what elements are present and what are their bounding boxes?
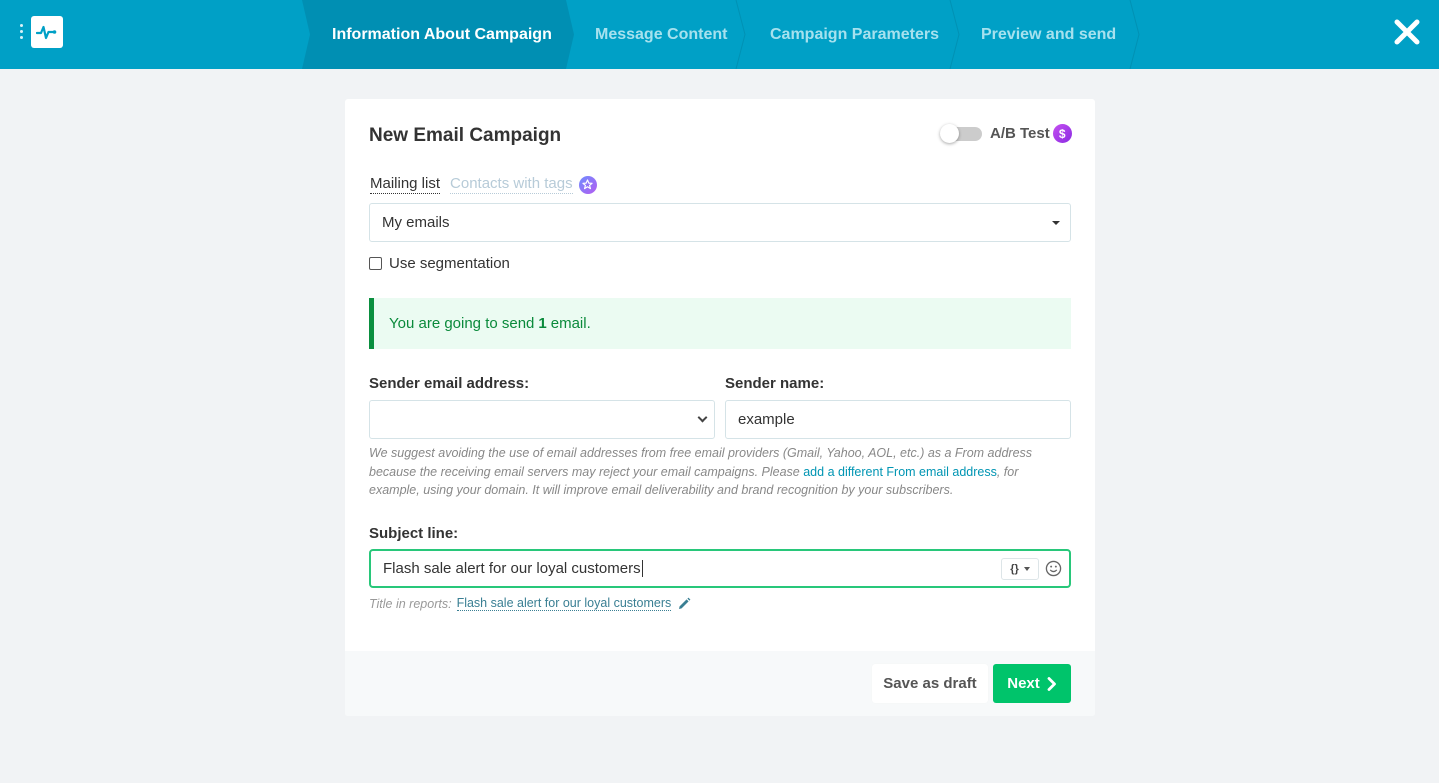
mailing-list-selected: My emails [382, 214, 450, 231]
text-cursor [641, 560, 643, 577]
alert-count: 1 [538, 315, 547, 332]
campaign-card: New Email Campaign A/B Test $ Mailing li… [345, 99, 1095, 716]
alert-prefix: You are going to send [389, 315, 535, 332]
step-message-content[interactable]: Message Content [595, 0, 727, 69]
pencil-icon[interactable] [677, 597, 691, 611]
subject-label: Subject line: [369, 525, 459, 542]
send-count-alert: You are going to send 1 email. [369, 298, 1071, 349]
caret-down-icon [1052, 221, 1060, 225]
tab-contacts-with-tags[interactable]: Contacts with tags [450, 175, 573, 194]
add-from-email-link[interactable]: add a different From email address [803, 465, 997, 479]
step-preview-and-send[interactable]: Preview and send [981, 0, 1116, 69]
audience-tabs: Mailing list Contacts with tags [370, 175, 597, 194]
ab-test-toggle-group: A/B Test $ [940, 123, 1072, 143]
mailing-list-select[interactable]: My emails [369, 203, 1071, 242]
next-label: Next [1007, 675, 1040, 692]
braces-icon: {} [1010, 563, 1019, 575]
sender-name-value: example [738, 411, 795, 428]
dollar-icon: $ [1052, 124, 1072, 143]
next-button[interactable]: Next [993, 664, 1071, 703]
report-title-value[interactable]: Flash sale alert for our loyal customers [456, 596, 672, 611]
step-campaign-parameters[interactable]: Campaign Parameters [770, 0, 939, 69]
star-icon [578, 175, 597, 194]
step-information-about-campaign[interactable]: Information About Campaign [332, 0, 552, 69]
ab-test-label: A/B Test [990, 125, 1050, 142]
insert-variable-button[interactable]: {} [1001, 558, 1039, 580]
sender-email-hint: We suggest avoiding the use of email add… [369, 444, 1059, 500]
sender-email-label: Sender email address: [369, 375, 530, 392]
caret-down-icon [1023, 567, 1030, 571]
tab-mailing-list[interactable]: Mailing list [370, 175, 441, 194]
subject-input[interactable]: Flash sale alert for our loyal customers… [369, 549, 1071, 588]
sender-email-select[interactable] [369, 400, 715, 439]
emoji-icon[interactable] [1045, 560, 1062, 577]
chevron-right-icon [1047, 676, 1056, 691]
ab-test-toggle[interactable] [940, 123, 982, 143]
close-icon[interactable] [1393, 18, 1421, 46]
report-title: Title in reports: Flash sale alert for o… [369, 596, 691, 611]
sender-name-input[interactable]: example [725, 400, 1071, 439]
save-as-draft-button[interactable]: Save as draft [872, 664, 988, 703]
segmentation-checkbox[interactable] [369, 257, 382, 270]
segmentation-option: Use segmentation [369, 255, 510, 272]
subject-value: Flash sale alert for our loyal customers [383, 560, 641, 577]
chevron-down-icon [697, 412, 708, 423]
sender-name-label: Sender name: [725, 375, 825, 392]
segmentation-label[interactable]: Use segmentation [389, 255, 510, 272]
report-title-label: Title in reports: [369, 596, 452, 611]
top-bar: Information About Campaign Message Conte… [0, 0, 1439, 69]
alert-suffix: email. [550, 315, 591, 332]
page-title: New Email Campaign [369, 125, 562, 146]
